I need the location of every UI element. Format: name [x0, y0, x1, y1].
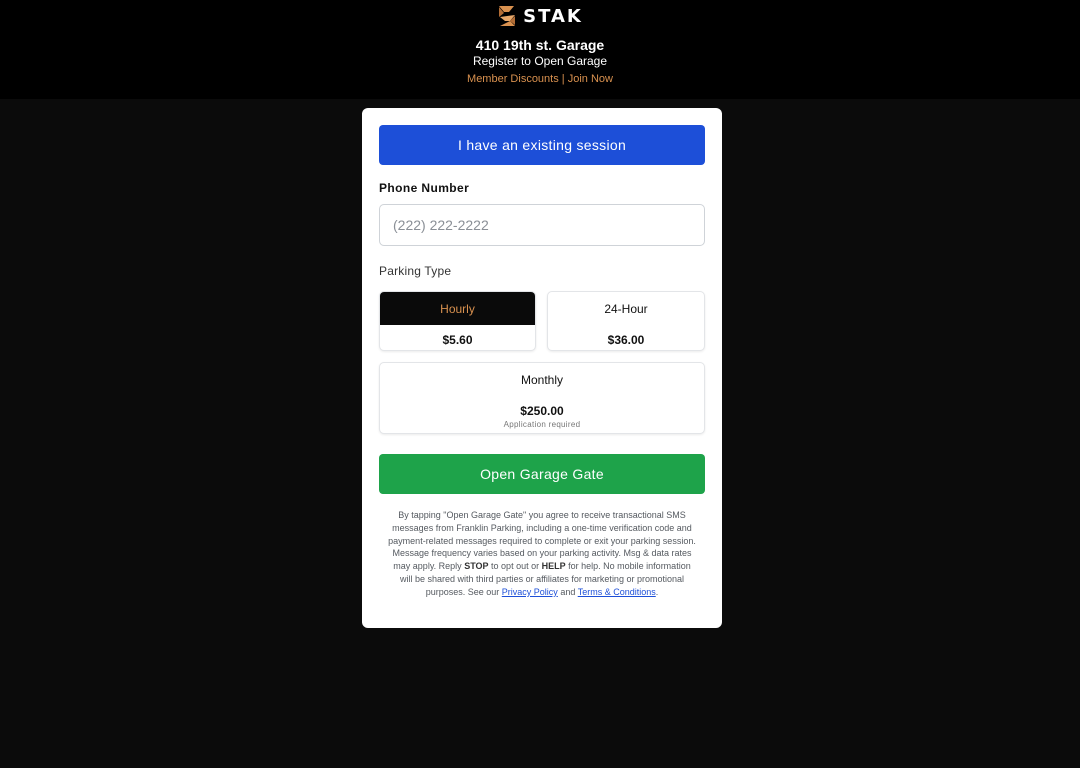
- site-header: STAK 410 19th st. Garage Register to Ope…: [0, 0, 1080, 99]
- open-garage-gate-button[interactable]: Open Garage Gate: [379, 454, 705, 494]
- parking-option-24-hour[interactable]: 24-Hour $36.00: [547, 291, 705, 351]
- legal-end: .: [655, 586, 659, 597]
- legal-text-2: to opt out or: [491, 561, 540, 572]
- option-name: Monthly: [520, 372, 564, 387]
- stak-logo-icon: [497, 5, 517, 27]
- member-separator: |: [561, 73, 565, 85]
- brand[interactable]: STAK: [0, 4, 1080, 28]
- legal-disclaimer: By tapping "Open Garage Gate" you agree …: [388, 509, 696, 599]
- legal-and: and: [560, 586, 576, 597]
- garage-title: 410 19th st. Garage: [475, 37, 605, 53]
- option-name: 24-Hour: [604, 301, 648, 316]
- registration-card: I have an existing session Phone Number …: [362, 108, 722, 628]
- option-price: $5.60: [442, 333, 473, 347]
- option-name: Hourly: [380, 292, 535, 325]
- garage-subtitle: Register to Open Garage: [472, 54, 608, 68]
- parking-option-monthly[interactable]: Monthly $250.00 Application required: [379, 362, 705, 434]
- parking-option-hourly[interactable]: Hourly $5.60: [379, 291, 536, 351]
- privacy-policy-link[interactable]: Privacy Policy: [502, 587, 558, 597]
- member-line: Member Discounts | Join Now: [0, 73, 1080, 85]
- phone-number-input[interactable]: [379, 204, 705, 246]
- phone-number-label: Phone Number: [379, 181, 470, 195]
- legal-help-keyword: HELP: [541, 561, 566, 572]
- member-discounts-link[interactable]: Member Discounts: [467, 73, 559, 85]
- option-note: Application required: [503, 420, 581, 429]
- parking-type-label: Parking Type: [379, 264, 452, 278]
- legal-stop-keyword: STOP: [464, 561, 489, 572]
- option-price: $36.00: [607, 333, 645, 347]
- brand-name: STAK: [523, 5, 583, 27]
- existing-session-button[interactable]: I have an existing session: [379, 125, 705, 165]
- join-now-link[interactable]: Join Now: [568, 73, 613, 85]
- terms-conditions-link[interactable]: Terms & Conditions: [578, 587, 656, 597]
- option-price: $250.00: [520, 404, 564, 418]
